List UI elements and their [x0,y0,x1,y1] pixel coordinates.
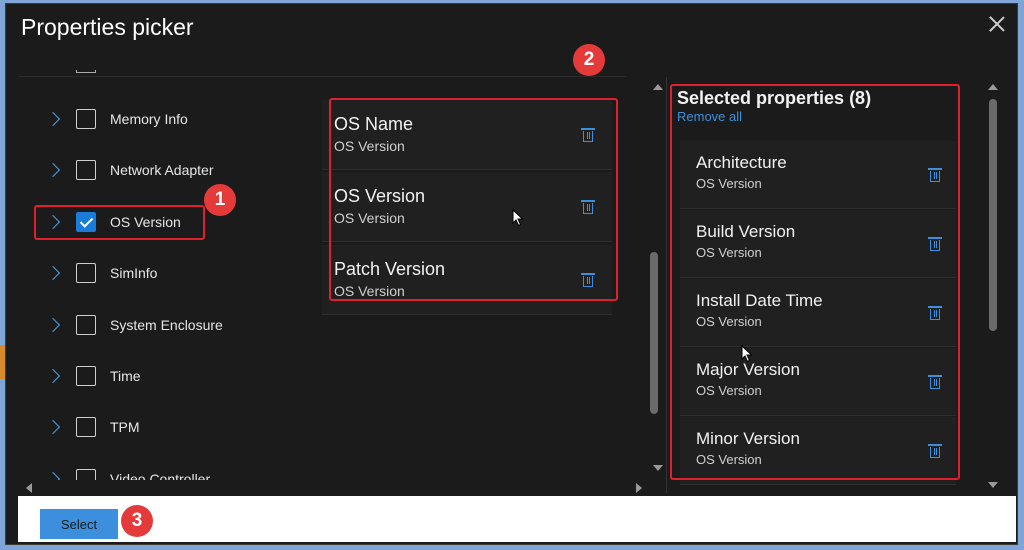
tree-item-label: System Enclosure [110,317,223,333]
scroll-up-arrow-icon[interactable] [988,84,998,90]
chevron-right-icon[interactable] [45,419,61,435]
scroll-down-arrow-icon[interactable] [653,465,663,471]
highlight-box-2 [329,98,618,301]
step-badge-2: 2 [573,44,605,76]
checkbox[interactable] [76,263,96,283]
step-badge-1: 1 [204,184,236,216]
chevron-right-icon[interactable] [45,368,61,384]
tree-item-memory-info[interactable]: Memory Info [14,99,314,139]
tree-item-label: TPM [110,419,140,435]
tree-item-system-enclosure[interactable]: System Enclosure [14,305,314,345]
tree-item-label: SimInfo [110,265,158,281]
scroll-up-arrow-icon[interactable] [653,84,663,90]
scrollbar-thumb[interactable] [989,99,997,331]
close-icon[interactable] [989,16,1005,32]
checkbox[interactable] [76,417,96,437]
horizontal-scrollbar[interactable] [18,480,648,494]
tree-item-time[interactable]: Time [14,356,314,396]
chevron-right-icon[interactable] [45,471,61,480]
select-button[interactable]: Select [40,509,118,539]
tree-item-label: Video Controller [110,471,211,480]
scrollbar-thumb[interactable] [650,252,658,414]
tree-item-tpm[interactable]: TPM [14,407,314,447]
tree-item-label: Memory Info [110,111,188,127]
tree-item-video-controller[interactable]: Video Controller [14,459,314,480]
scroll-left-arrow-icon[interactable] [26,483,32,493]
tree-item-label: Network Adapter [110,162,214,178]
checkbox[interactable] [76,366,96,386]
scroll-down-arrow-icon[interactable] [988,482,998,488]
tree-item-network-adapter[interactable]: Network Adapter [14,150,314,190]
chevron-right-icon[interactable] [45,162,61,178]
highlight-box-selected [670,84,960,480]
checkbox[interactable] [76,109,96,129]
checkbox[interactable] [76,160,96,180]
checkbox[interactable] [76,315,96,335]
chevron-right-icon[interactable] [45,317,61,333]
checkbox[interactable] [76,469,96,480]
tree-item-siminfo[interactable]: SimInfo [14,253,314,293]
partial-checkbox [76,70,96,73]
tree-item-label: Time [110,368,141,384]
step-badge-3: 3 [121,505,153,537]
chevron-right-icon[interactable] [45,111,61,127]
dialog-title: Properties picker [21,14,194,40]
scroll-right-arrow-icon[interactable] [636,483,642,493]
highlight-box-1 [34,205,205,240]
chevron-right-icon[interactable] [45,265,61,281]
dialog-footer [18,496,1016,542]
